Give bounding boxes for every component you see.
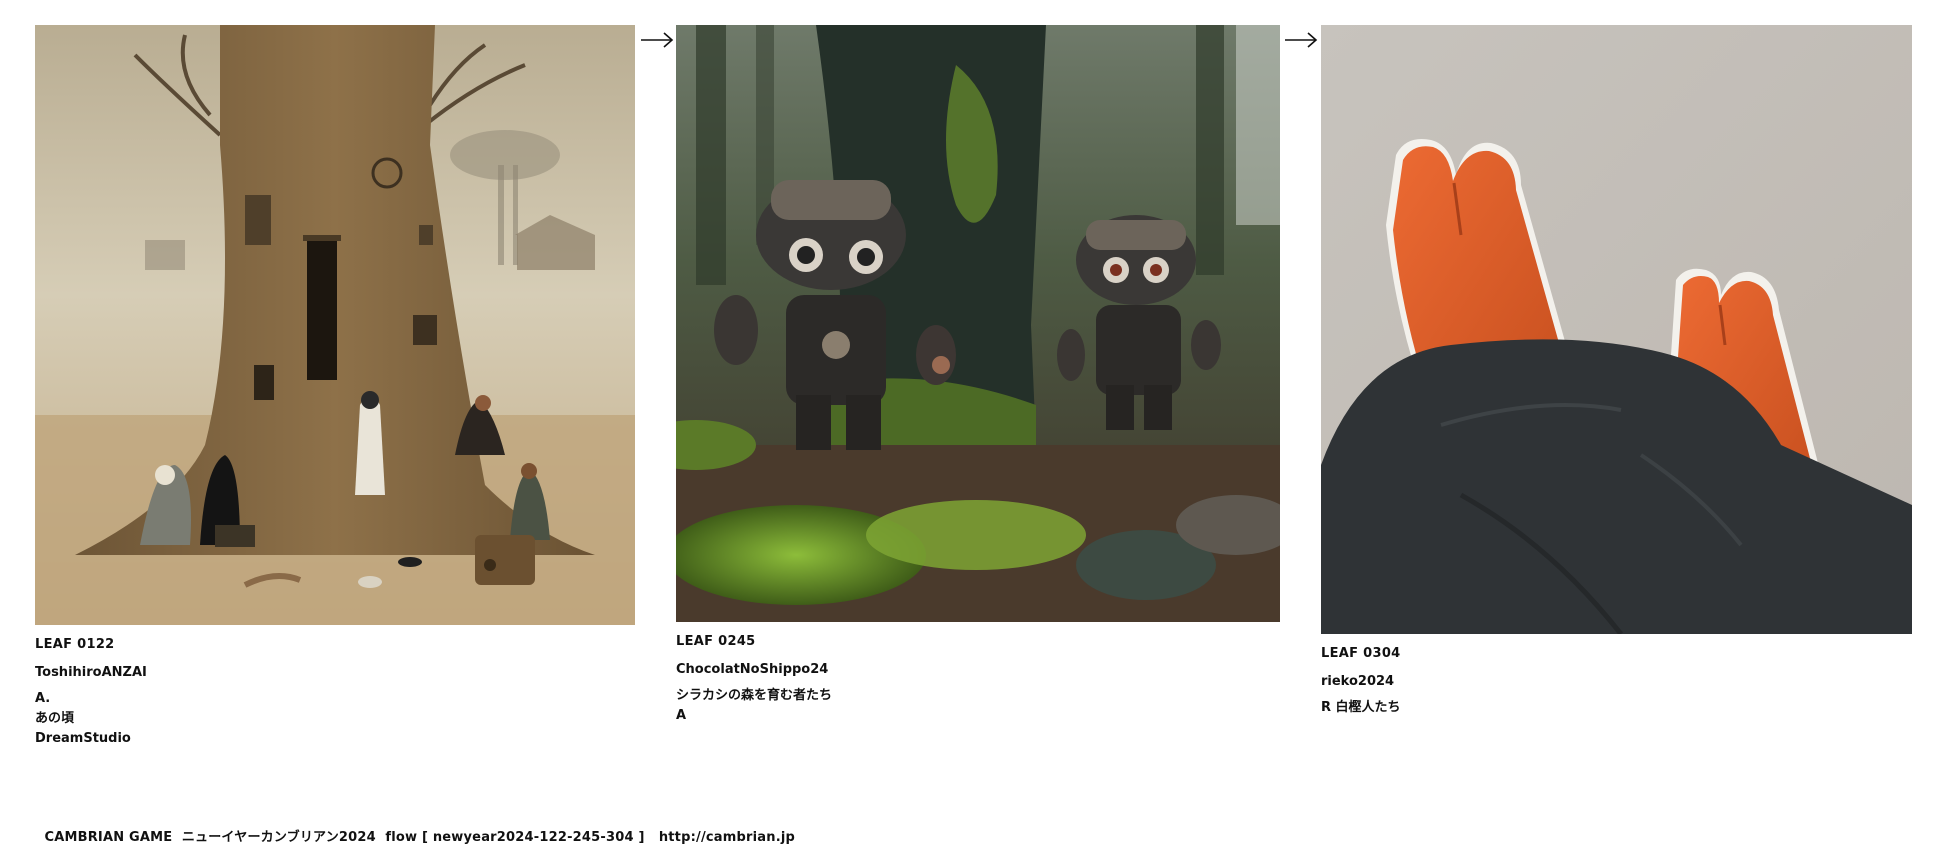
leaf-code: LEAF 0304 <box>1321 646 1401 661</box>
footer-site-link[interactable]: http://cambrian.jp <box>659 830 795 845</box>
leaf-image-forest-robots[interactable] <box>676 25 1280 622</box>
leaf-caption: LEAF 0245 ChocolatNoShippo24 シラカシの森を育む者た… <box>676 632 1280 726</box>
leaf-code: LEAF 0245 <box>676 634 756 649</box>
leaf-note: シラカシの森を育む者たち <box>676 688 833 703</box>
leaf-notes: シラカシの森を育む者たち A <box>676 686 1280 726</box>
leaf-notes: A. あの頃 DreamStudio <box>35 689 635 749</box>
leaf-author[interactable]: rieko2024 <box>1321 672 1912 691</box>
forest-robot-figures <box>676 25 1280 622</box>
leaf-image-tabi-socks[interactable] <box>1321 25 1912 634</box>
leaf-note: あの頃 <box>35 711 75 726</box>
leaf-notes: R 白樫人たち <box>1321 698 1912 718</box>
leaf-card-0122: LEAF 0122 ToshihiroANZAI A. あの頃 DreamStu… <box>35 25 635 749</box>
leaf-caption: LEAF 0122 ToshihiroANZAI A. あの頃 DreamStu… <box>35 635 635 749</box>
leaf-note: R 白樫人たち <box>1321 700 1401 715</box>
leaf-card-0304: LEAF 0304 rieko2024 R 白樫人たち <box>1321 25 1912 718</box>
footer-game-name: CAMBRIAN GAME <box>44 830 173 845</box>
footer-credits: CAMBRIAN GAME ニューイヤーカンブリアン2024 flow [ ne… <box>35 811 795 845</box>
right-arrow-icon <box>641 32 674 48</box>
leaf-card-0245: LEAF 0245 ChocolatNoShippo24 シラカシの森を育む者た… <box>676 25 1280 726</box>
leaf-note: A <box>676 708 687 723</box>
leaf-author[interactable]: ToshihiroANZAI <box>35 663 635 682</box>
orange-tabi-socks <box>1321 25 1912 634</box>
leaf-note: DreamStudio <box>35 731 131 746</box>
footer-flow-id: flow [ newyear2024-122-245-304 ] <box>385 830 645 845</box>
leaf-image-tree-painting[interactable] <box>35 25 635 625</box>
footer-event-title: ニューイヤーカンブリアン2024 <box>181 830 376 845</box>
leaf-note: A. <box>35 691 51 706</box>
leaf-author[interactable]: ChocolatNoShippo24 <box>676 660 1280 679</box>
sepia-tree-painting <box>35 25 635 625</box>
leaf-caption: LEAF 0304 rieko2024 R 白樫人たち <box>1321 644 1912 718</box>
leaf-code: LEAF 0122 <box>35 637 115 652</box>
right-arrow-icon <box>1285 32 1318 48</box>
